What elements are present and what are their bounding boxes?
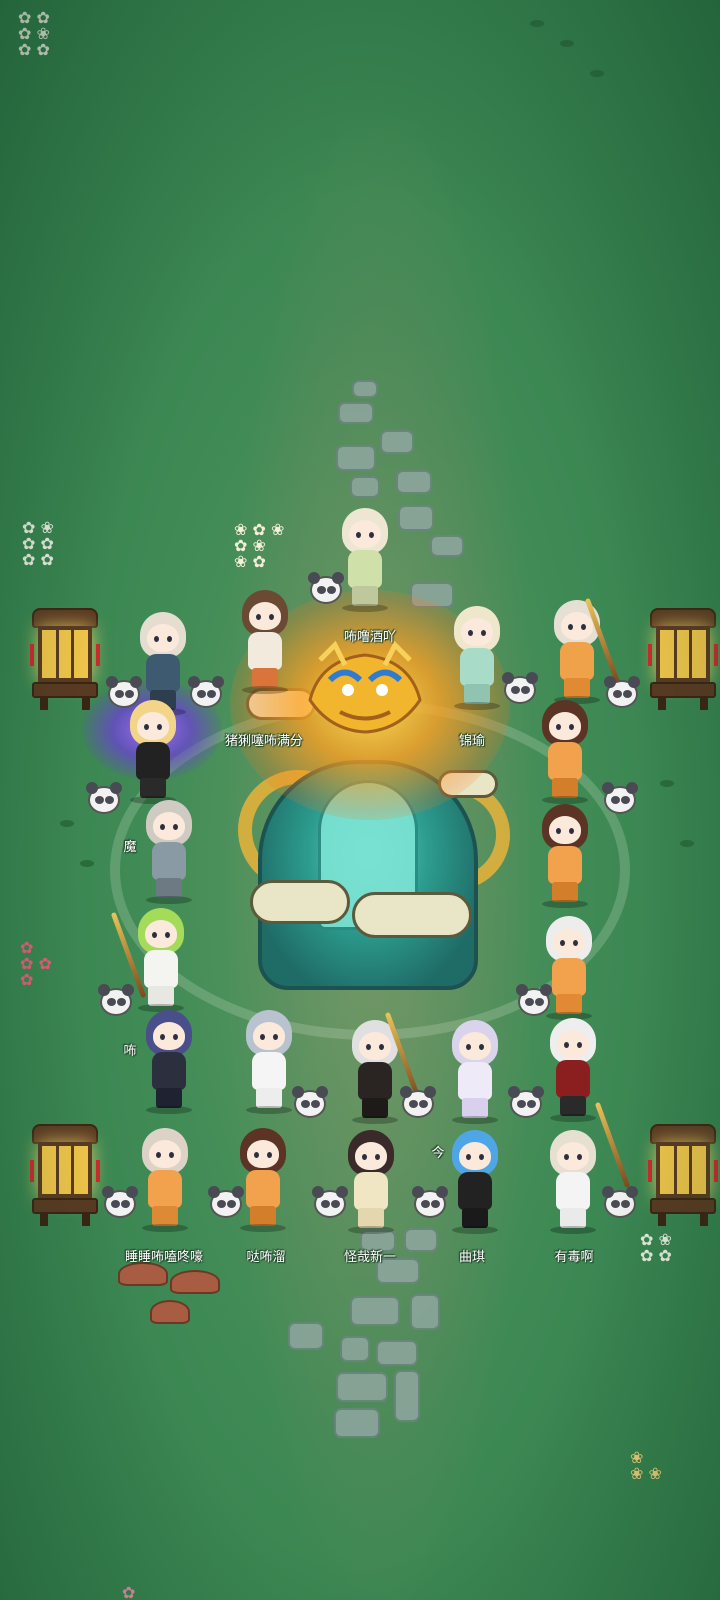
grass-leaf [530,20,544,27]
player-character[interactable] [448,606,506,710]
flower-patch: ✿ ❀ ✿ ✿ [640,1230,672,1265]
grass-leaf [60,820,74,827]
player-character[interactable] [446,1130,504,1234]
grass-leaf [680,840,694,847]
flower-patch: ❀ ❀ ❀ [630,1448,662,1483]
panda-pet-icon [100,1186,140,1222]
player-name-label: 睡睡咘嗑咚嚎 [124,1250,204,1265]
panda-pet-icon [206,1186,246,1222]
panda-pet-icon [410,1186,450,1222]
grass-leaf [590,70,604,77]
path-stone [336,1372,388,1402]
lantern-icon [28,608,102,712]
player-name-label: 有毒啊 [554,1250,594,1265]
lantern-icon [646,1124,720,1228]
path-stone [410,1294,440,1330]
mushroom-icon [170,1270,220,1294]
player-name-label: 哒咘溜 [246,1250,286,1265]
flower-patch: ✿ ✿ ✿ ✿ [20,938,52,989]
player-character[interactable] [446,1020,504,1124]
player-name-label: 魔 [123,840,137,855]
player-character[interactable] [536,700,594,804]
path-stone [396,470,432,494]
player-name-label: 锦瑜 [458,734,486,749]
path-stone [398,505,434,531]
player-character[interactable] [236,590,294,694]
path-stone [394,1370,420,1422]
panda-pet-icon [84,782,124,818]
panda-pet-icon [310,1186,350,1222]
panda-pet-icon [602,676,642,712]
cloud-icon [250,880,350,924]
player-character[interactable] [544,1018,602,1122]
player-character[interactable] [124,700,182,804]
path-stone [376,1340,418,1366]
lantern-icon [646,608,720,712]
panda-pet-icon [186,676,226,712]
player-character[interactable] [548,600,606,704]
mushroom-icon [150,1300,190,1324]
path-stone [352,380,378,398]
player-name-label: 今 [431,1146,445,1161]
panda-pet-icon [290,1086,330,1122]
player-character[interactable] [536,804,594,908]
grass-leaf [80,860,94,867]
player-name-label: 猪猁噻咘满分 [224,734,304,749]
game-scene: ✿ ✿ ✿ ❀ ✿ ✿ ✿ ❀ ✿ ✿ ✿ ✿ ❀ ✿ ❀ ✿ ❀ ❀ ✿ ✿ ❀ ✿… [0,0,720,1600]
path-stone [338,402,374,424]
panda-pet-icon [500,672,540,708]
player-name-label: 咘噜酒吖 [343,630,397,645]
flower-patch: ✿ ✿ ✿ ❀ ✿ ✿ [18,8,50,59]
player-character[interactable] [544,1130,602,1234]
path-stone [430,535,464,557]
panda-pet-icon [104,676,144,712]
player-name-label: 曲琪 [458,1250,486,1265]
path-stone [404,1228,438,1252]
panda-pet-icon [96,984,136,1020]
panda-pet-icon [600,782,640,818]
panda-pet-icon [600,1186,640,1222]
path-stone [334,1408,380,1438]
panda-pet-icon [306,572,346,608]
path-stone [380,430,414,454]
panda-pet-icon [514,984,554,1020]
path-stone [336,445,376,471]
player-character[interactable] [140,800,198,904]
player-character[interactable] [342,1130,400,1234]
flower-patch: ✿ ❀ ✿ ✿ ✿ ✿ [22,518,54,569]
mushroom-icon [118,1262,168,1286]
panda-pet-icon [506,1086,546,1122]
grass-leaf [560,40,574,47]
path-stone [350,476,380,498]
flower-patch: ✿ [122,1583,136,1600]
path-stone [340,1336,370,1362]
player-character[interactable] [140,1010,198,1114]
dragon-head-icon [308,640,422,734]
flower-patch: ❀ ✿ ❀ ✿ ❀ ❀ ✿ [234,520,285,571]
grass-leaf [660,780,674,787]
panda-pet-icon [398,1086,438,1122]
lantern-icon [28,1124,102,1228]
cloud-icon [352,892,472,938]
path-stone [288,1322,324,1350]
player-name-label: 咘 [123,1044,137,1059]
player-name-label: 怪哉新一 [343,1250,397,1265]
player-character[interactable] [136,1128,194,1232]
path-stone [350,1296,400,1326]
